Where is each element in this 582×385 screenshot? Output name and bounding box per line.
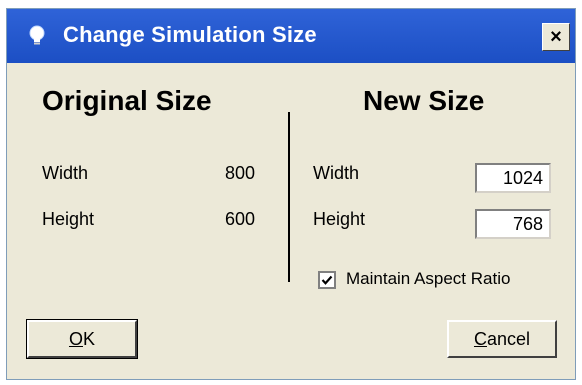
cancel-mnemonic: C: [473, 328, 487, 349]
new-width-label: Width: [313, 163, 360, 183]
title-bar[interactable]: Change Simulation Size ×: [7, 9, 575, 63]
original-width-value: 800: [224, 163, 255, 183]
maintain-aspect-label[interactable]: Maintain Aspect Ratio: [346, 269, 510, 289]
section-divider: [288, 112, 290, 282]
original-height-value: 600: [224, 209, 255, 229]
new-width-input[interactable]: 1024: [475, 163, 551, 193]
original-width-label: Width: [42, 163, 89, 183]
original-size-heading: Original Size: [42, 85, 212, 116]
ok-mnemonic: O: [68, 328, 83, 349]
cancel-label-rest: ancel: [486, 328, 531, 349]
new-height-input[interactable]: 768: [475, 209, 551, 239]
maintain-aspect-checkbox[interactable]: [318, 271, 336, 289]
dialog-window: Change Simulation Size × Original Size W…: [6, 8, 576, 380]
original-height-label: Height: [42, 209, 95, 229]
new-size-heading: New Size: [363, 85, 485, 116]
checkmark-icon: [321, 275, 333, 285]
close-button[interactable]: ×: [542, 23, 570, 51]
ok-button[interactable]: OK: [26, 319, 138, 359]
ok-label-rest: K: [83, 328, 96, 349]
close-icon: ×: [550, 26, 562, 48]
cancel-button[interactable]: Cancel: [447, 320, 557, 358]
lightbulb-icon: [29, 25, 45, 45]
new-height-label: Height: [313, 209, 366, 229]
window-title: Change Simulation Size: [63, 22, 317, 47]
